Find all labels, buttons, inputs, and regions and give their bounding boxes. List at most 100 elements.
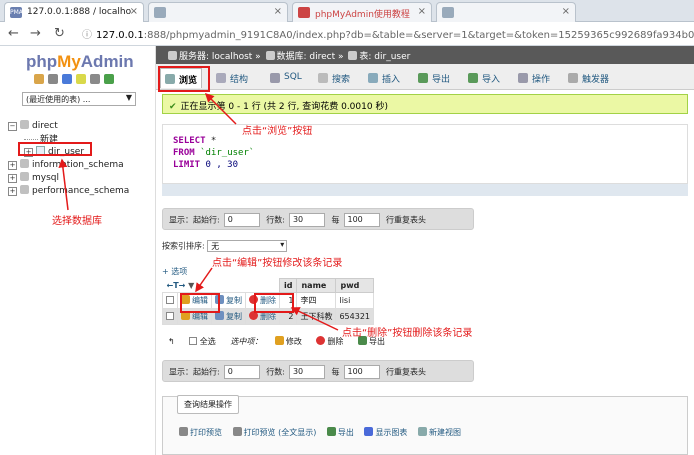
select-all[interactable]: 全选 <box>189 337 216 346</box>
breadcrumb-server[interactable]: 服务器: localhost <box>179 52 252 62</box>
export-icon <box>326 427 336 436</box>
sort-arrow-icon[interactable]: ▼ <box>188 281 194 290</box>
cell-pwd[interactable]: 654321 <box>335 308 375 325</box>
column-nav-arrows[interactable]: ←T→ ▼ <box>162 278 280 293</box>
link-label: 打印预览 <box>190 428 222 437</box>
options-toggle[interactable]: + 选项 <box>162 266 187 277</box>
select-all-checkbox[interactable] <box>189 337 198 345</box>
chevron-down-icon: ▼ <box>125 93 132 102</box>
forward-icon[interactable]: → <box>30 26 41 41</box>
docs-icon[interactable] <box>62 74 72 84</box>
export-link[interactable]: 导出 <box>326 427 354 437</box>
column-header-id[interactable]: id <box>278 278 298 293</box>
logout-icon[interactable] <box>48 74 58 84</box>
rows-input[interactable]: 30 <box>288 365 325 379</box>
tab-title: 127.0.0.1:888 / localho <box>27 7 132 17</box>
tree-label: direct <box>32 121 58 131</box>
start-row-label: 起始行: <box>193 215 220 225</box>
table-icon <box>348 51 358 60</box>
tree-db-mysql[interactable]: + mysql <box>8 172 59 183</box>
database-icon <box>20 120 29 129</box>
repeat-header-input[interactable]: 100 <box>343 365 380 379</box>
settings-icon[interactable] <box>90 74 100 84</box>
help-icon[interactable] <box>76 74 86 84</box>
tab-operations[interactable]: 操作 <box>514 68 554 88</box>
recent-tables-select[interactable]: (最近使用的表) ... ▼ <box>22 92 136 106</box>
print-preview-full-link[interactable]: 打印预览 (全文显示) <box>232 427 317 437</box>
tab-structure[interactable]: 结构 <box>212 68 252 88</box>
success-text: 正在显示第 0 - 1 行 (共 2 行, 查询花费 0.0010 秒) <box>180 102 388 112</box>
print-preview-link[interactable]: 打印预览 <box>179 427 222 437</box>
display-chart-link[interactable]: 显示图表 <box>364 427 408 437</box>
url-field[interactable]: ⓘ 127.0.0.1:888/phpmyadmin_9191C8A0/index… <box>82 26 694 41</box>
cell-name[interactable]: 王下科教 <box>296 308 337 325</box>
close-icon[interactable]: × <box>274 6 282 17</box>
repeat-header-input[interactable]: 100 <box>343 213 380 227</box>
breadcrumb-table[interactable]: 表: dir_user <box>359 52 410 62</box>
link-label: 导出 <box>337 428 354 437</box>
tree-db-direct[interactable]: − direct <box>8 120 58 131</box>
row-checkbox[interactable] <box>166 296 174 304</box>
back-icon[interactable]: ← <box>8 26 19 41</box>
rows-label: 行数: <box>266 215 285 225</box>
column-header-pwd[interactable]: pwd <box>335 278 375 293</box>
tab-triggers[interactable]: 触发器 <box>564 68 613 88</box>
column-header-name[interactable]: name <box>296 278 337 293</box>
tree-db-performance-schema[interactable]: + performance_schema <box>8 185 129 196</box>
check-icon: ✔ <box>169 102 177 112</box>
rows-input[interactable]: 30 <box>288 213 325 227</box>
tab-sql[interactable]: SQL <box>266 68 306 88</box>
start-row-label: 起始行: <box>193 367 220 377</box>
close-icon[interactable]: × <box>130 6 138 17</box>
sort-select[interactable]: 无 ▾ <box>207 240 288 252</box>
edit-label: 编辑 <box>192 312 208 321</box>
sql-table: `dir_user` <box>194 148 255 158</box>
tab-insert[interactable]: 插入 <box>364 68 404 88</box>
close-icon[interactable]: × <box>418 6 426 17</box>
show-label: 显示： <box>169 367 193 377</box>
cell-name[interactable]: 李四 <box>296 292 337 309</box>
info-icon[interactable]: ⓘ <box>82 30 92 41</box>
pencil-icon <box>274 336 284 345</box>
start-row-input[interactable]: 0 <box>223 365 260 379</box>
pma-favicon-icon: PMA <box>10 7 23 18</box>
reload-icon[interactable]: ↻ <box>54 26 65 41</box>
tab-export[interactable]: 导出 <box>414 68 454 88</box>
expand-icon[interactable]: + <box>8 187 17 196</box>
reload-nav-icon[interactable] <box>104 74 114 84</box>
tree-db-information-schema[interactable]: + information_schema <box>8 159 124 170</box>
expand-icon[interactable]: + <box>8 174 17 183</box>
start-row-input[interactable]: 0 <box>223 213 260 227</box>
link-label: 显示图表 <box>375 428 408 437</box>
create-view-link[interactable]: 新建视图 <box>417 427 461 437</box>
browser-tab-4[interactable]: × <box>436 2 576 22</box>
search-icon <box>318 73 328 83</box>
browser-tab-2[interactable]: × <box>148 2 288 22</box>
expand-icon[interactable]: + <box>8 161 17 170</box>
browser-tab-pma[interactable]: PMA 127.0.0.1:888 / localho × <box>4 2 144 22</box>
per-label: 每 <box>331 367 340 377</box>
row-checkbox[interactable] <box>166 312 174 320</box>
cell-pwd[interactable]: lisi <box>335 292 375 309</box>
table-menu-bar: 浏览 结构 SQL 搜索 插入 导出 导入 操作 触发器 <box>156 64 694 90</box>
breadcrumb-db[interactable]: 数据库: direct <box>277 52 336 62</box>
sql-query-box: SELECT * FROM `dir_user` LIMIT 0 , 30 <box>162 124 688 184</box>
sort-value: 无 <box>211 242 220 251</box>
link-label: 打印预览 (全文显示) <box>243 428 317 437</box>
row-checkbox-cell <box>162 308 178 325</box>
bulk-delete-button[interactable]: 删除 <box>316 336 343 346</box>
link-label: 新建视图 <box>428 428 461 437</box>
close-icon[interactable]: × <box>562 6 570 17</box>
annotation-box-delete <box>254 293 294 313</box>
insert-icon <box>368 73 378 83</box>
rows-label: 行数: <box>266 367 285 377</box>
tree-label: information_schema <box>32 160 124 170</box>
browser-tab-3[interactable]: phpMyAdmin使用教程 × <box>292 2 432 22</box>
bulk-edit-button[interactable]: 修改 <box>274 336 302 346</box>
tab-search[interactable]: 搜索 <box>314 68 354 88</box>
annotation-browse: 点击“浏览”按钮 <box>242 126 313 137</box>
home-icon[interactable] <box>34 74 44 84</box>
collapse-icon[interactable]: − <box>8 122 17 131</box>
phpmyadmin-logo[interactable]: phpMyAdmin <box>26 52 134 72</box>
tab-import[interactable]: 导入 <box>464 68 504 88</box>
